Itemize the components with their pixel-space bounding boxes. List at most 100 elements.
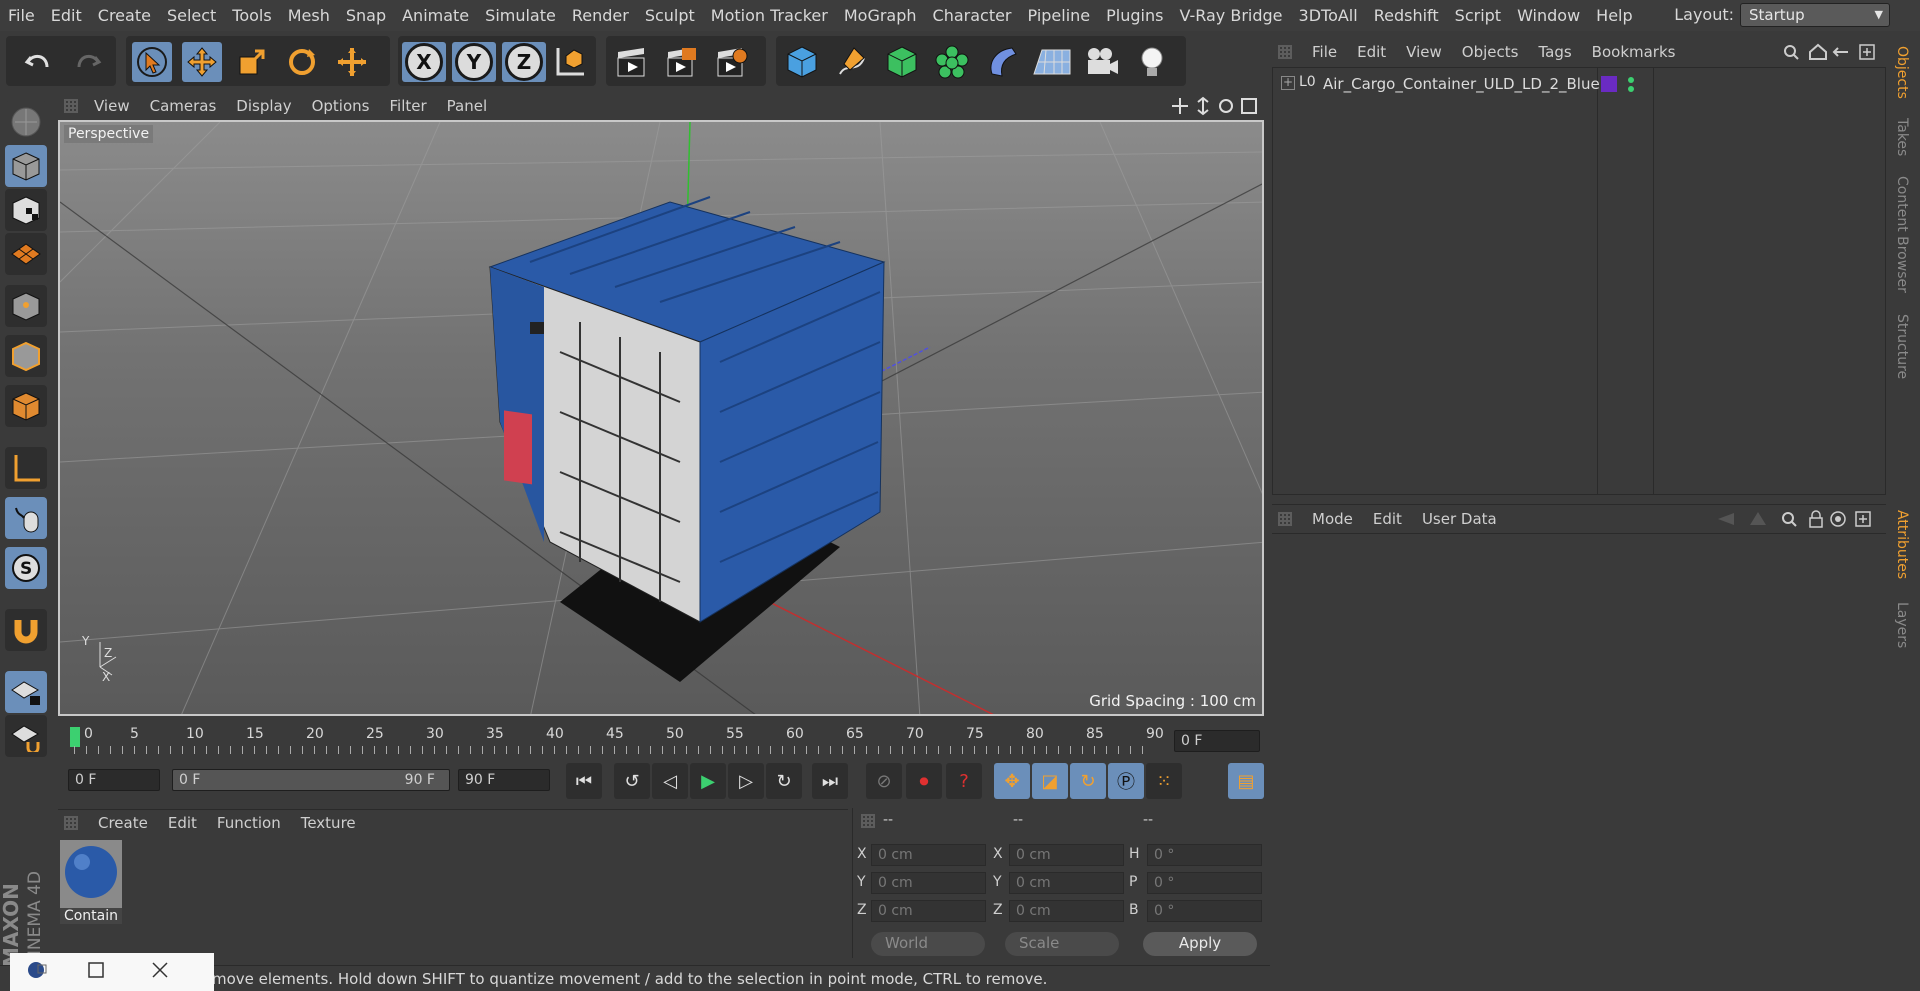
grip-icon[interactable] <box>1278 45 1292 59</box>
key-parameter-button[interactable]: Ⓟ <box>1108 763 1144 799</box>
menu-motion-tracker[interactable]: Motion Tracker <box>703 6 836 25</box>
apply-button[interactable]: Apply <box>1143 932 1257 956</box>
object-menu-view[interactable]: View <box>1396 43 1452 61</box>
key-pla-button[interactable]: ⁙ <box>1146 763 1182 799</box>
object-menu-file[interactable]: File <box>1302 43 1347 61</box>
next-frame-button[interactable]: ▷ <box>728 763 764 799</box>
grip-icon[interactable] <box>64 99 78 113</box>
object-menu-edit[interactable]: Edit <box>1347 43 1396 61</box>
cube-primitive-button[interactable] <box>782 42 822 82</box>
viewport-menu-filter[interactable]: Filter <box>379 97 436 115</box>
visibility-dots-icon[interactable] <box>1627 75 1635 99</box>
previous-key-button[interactable]: ↺ <box>614 763 650 799</box>
object-menu-bookmarks[interactable]: Bookmarks <box>1582 43 1686 61</box>
pos-y-field[interactable]: 0 cm <box>871 872 986 894</box>
points-mode-button[interactable] <box>5 285 47 327</box>
playhead-marker[interactable] <box>70 727 80 747</box>
edges-mode-button[interactable] <box>5 335 47 377</box>
key-rotation-button[interactable]: ↻ <box>1070 763 1106 799</box>
object-menu-objects[interactable]: Objects <box>1452 43 1529 61</box>
scale-tool-button[interactable] <box>232 42 272 82</box>
menu-mograph[interactable]: MoGraph <box>836 6 925 25</box>
size-z-field[interactable]: 0 cm <box>1009 900 1124 922</box>
current-frame-field[interactable]: 0 F <box>1174 730 1260 752</box>
tab-structure[interactable]: Structure <box>1894 314 1910 379</box>
viewport-menu-panel[interactable]: Panel <box>437 97 497 115</box>
end-frame-field[interactable]: 90 F <box>458 769 550 791</box>
menu-vray-bridge[interactable]: V-Ray Bridge <box>1171 6 1290 25</box>
attributes-menu-mode[interactable]: Mode <box>1302 510 1363 528</box>
tab-objects[interactable]: Objects <box>1894 46 1910 99</box>
redo-button[interactable] <box>68 42 108 82</box>
grip-icon[interactable] <box>861 814 875 828</box>
perspective-viewport[interactable]: Perspective Y Z X Grid Spacing : 100 cm <box>58 120 1264 716</box>
camera-button[interactable] <box>1082 42 1122 82</box>
size-mode-select[interactable]: Scale <box>1005 932 1119 956</box>
workplane-mode-button[interactable] <box>5 233 47 275</box>
material-menu-texture[interactable]: Texture <box>291 814 366 832</box>
material-menu-function[interactable]: Function <box>207 814 291 832</box>
deformer-button[interactable] <box>982 42 1022 82</box>
x-axis-lock-button[interactable]: X <box>402 42 446 82</box>
viewport-menu-options[interactable]: Options <box>302 97 380 115</box>
tab-attributes[interactable]: Attributes <box>1894 510 1910 579</box>
next-key-button[interactable]: ↻ <box>766 763 802 799</box>
size-x-field[interactable]: 0 cm <box>1009 844 1124 866</box>
menu-help[interactable]: Help <box>1588 6 1640 25</box>
previous-frame-button[interactable]: ◁ <box>652 763 688 799</box>
pos-x-field[interactable]: 0 cm <box>871 844 986 866</box>
record-keys-button[interactable]: ⊘ <box>866 763 902 799</box>
rot-b-field[interactable]: 0 ° <box>1147 900 1262 922</box>
layer-color-swatch[interactable] <box>1601 76 1617 92</box>
key-position-button[interactable]: ✥ <box>994 763 1030 799</box>
timeline-window-button[interactable]: ▤ <box>1228 763 1264 799</box>
close-button[interactable] <box>150 960 170 984</box>
coordinate-system-button[interactable] <box>550 42 590 82</box>
menu-select[interactable]: Select <box>159 6 224 25</box>
rot-p-field[interactable]: 0 ° <box>1147 872 1262 894</box>
menu-script[interactable]: Script <box>1447 6 1509 25</box>
object-menu-tags[interactable]: Tags <box>1528 43 1581 61</box>
z-axis-lock-button[interactable]: Z <box>502 42 546 82</box>
menu-window[interactable]: Window <box>1509 6 1588 25</box>
maximize-button[interactable] <box>86 960 106 984</box>
menu-sculpt[interactable]: Sculpt <box>637 6 703 25</box>
menu-mesh[interactable]: Mesh <box>280 6 338 25</box>
lock-workplane-button[interactable] <box>5 671 47 713</box>
material-swatch[interactable]: Contain <box>60 840 122 924</box>
material-menu-create[interactable]: Create <box>88 814 158 832</box>
render-settings-button[interactable] <box>712 42 752 82</box>
object-name[interactable]: Air_Cargo_Container_ULD_LD_2_Blue <box>1323 75 1600 93</box>
pen-spline-button[interactable] <box>832 42 872 82</box>
tweak-mode-button[interactable] <box>5 497 47 539</box>
move-tool-button[interactable] <box>182 42 222 82</box>
attributes-menu-edit[interactable]: Edit <box>1363 510 1412 528</box>
live-selection-button[interactable] <box>132 42 172 82</box>
planar-workplane-button[interactable] <box>5 715 47 757</box>
grip-icon[interactable] <box>1278 511 1292 526</box>
keyframe-selection-button[interactable]: ? <box>946 763 982 799</box>
cloner-button[interactable] <box>932 42 972 82</box>
texture-mode-button[interactable] <box>5 189 47 231</box>
menu-character[interactable]: Character <box>925 6 1020 25</box>
menu-tools[interactable]: Tools <box>224 6 279 25</box>
viewport-menu-view[interactable]: View <box>84 97 140 115</box>
tab-content-browser[interactable]: Content Browser <box>1894 176 1910 293</box>
solo-mode-button[interactable]: S <box>5 547 47 589</box>
timeline-ruler[interactable]: 0 5 10 15 20 25 30 35 40 45 50 55 60 65 … <box>58 722 1266 760</box>
play-button[interactable]: ▶ <box>690 763 726 799</box>
menu-snap[interactable]: Snap <box>338 6 394 25</box>
layout-select[interactable]: Startup ▼ <box>1740 3 1890 27</box>
coordinate-mode-select[interactable]: World <box>871 932 985 956</box>
menu-animate[interactable]: Animate <box>394 6 477 25</box>
start-frame-field[interactable]: 0 F <box>68 769 160 791</box>
menu-redshift[interactable]: Redshift <box>1366 6 1447 25</box>
menu-pipeline[interactable]: Pipeline <box>1020 6 1099 25</box>
menu-edit[interactable]: Edit <box>43 6 90 25</box>
recent-tool-button[interactable] <box>332 42 372 82</box>
model-mode-button[interactable] <box>5 145 47 187</box>
polygons-mode-button[interactable] <box>5 385 47 427</box>
subdivision-surface-button[interactable] <box>882 42 922 82</box>
tab-layers[interactable]: Layers <box>1894 602 1910 648</box>
menu-plugins[interactable]: Plugins <box>1098 6 1171 25</box>
